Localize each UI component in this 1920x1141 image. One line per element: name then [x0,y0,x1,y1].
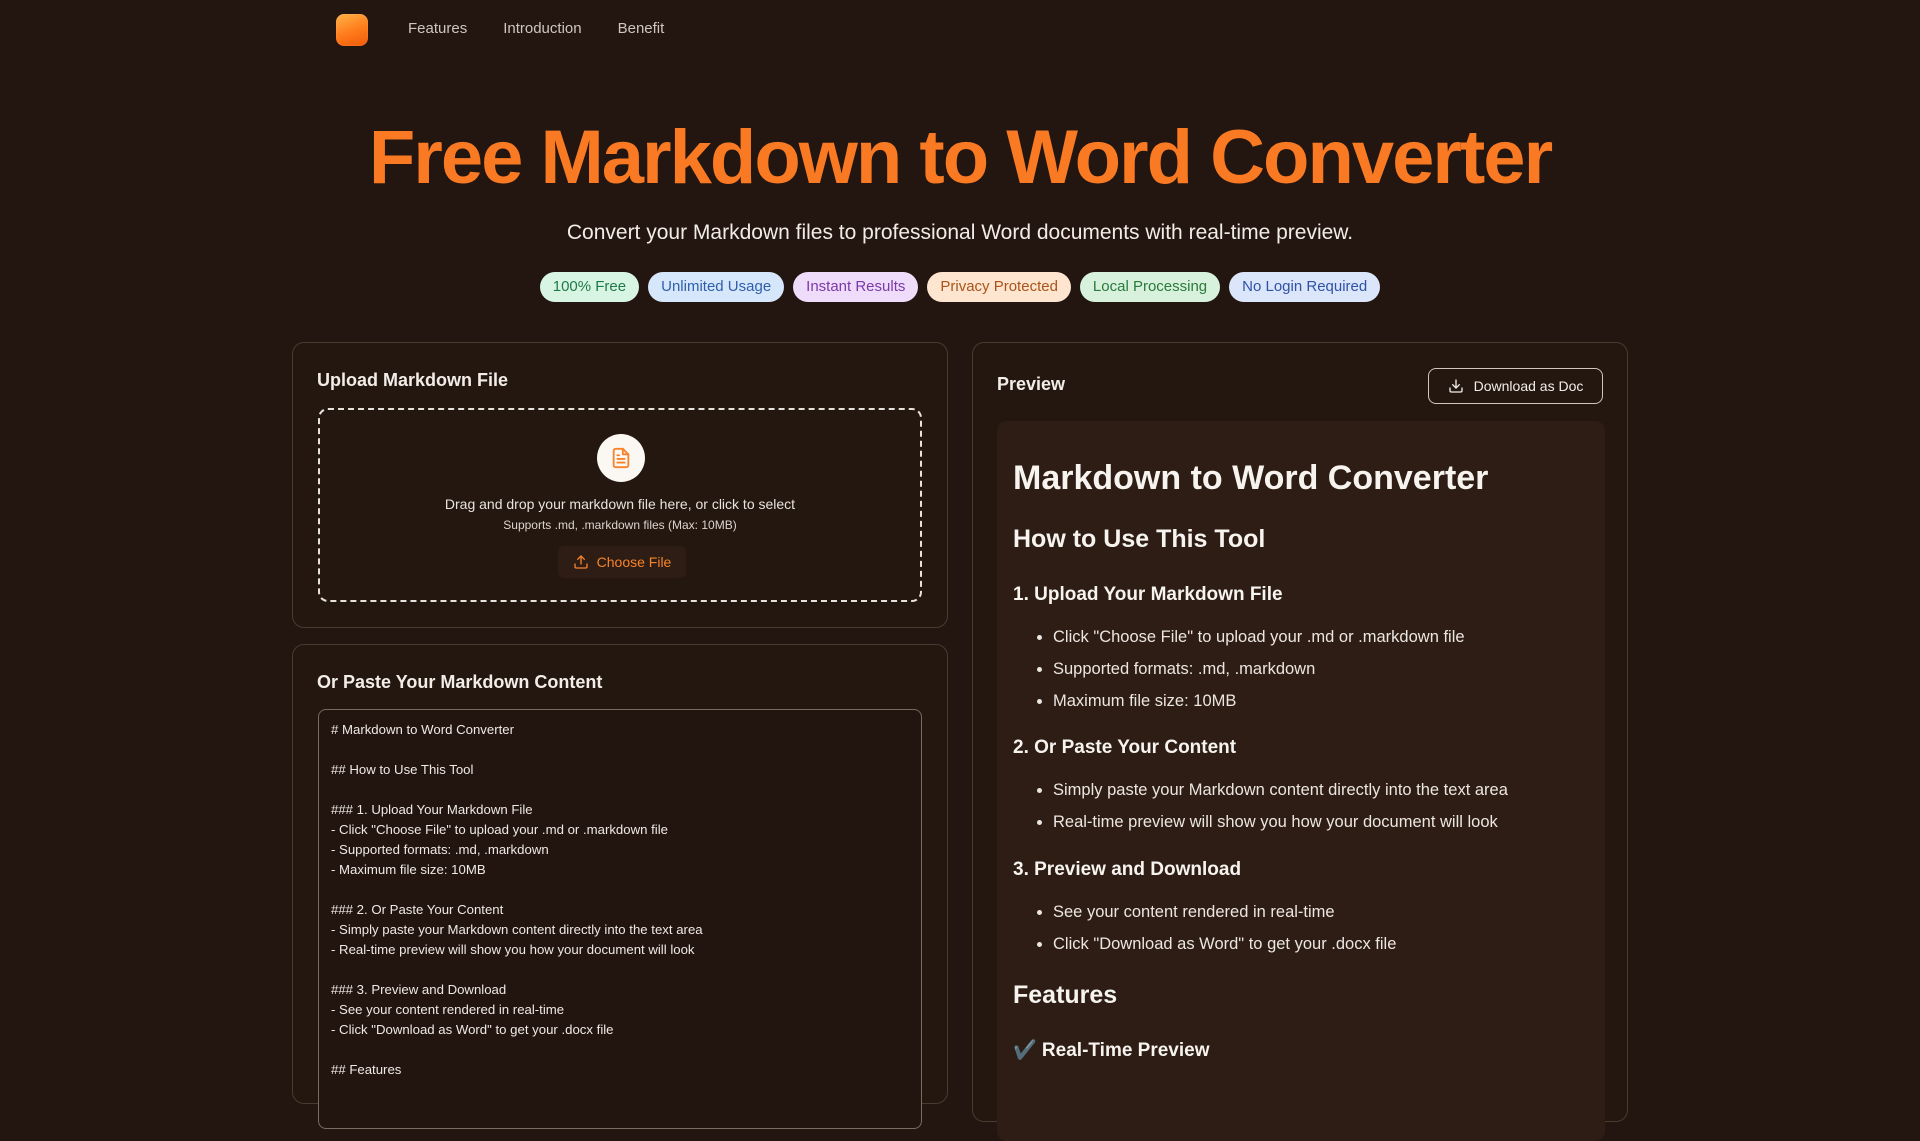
list-item: Simply paste your Markdown content direc… [1053,774,1508,806]
paste-card: Or Paste Your Markdown Content # Markdow… [292,644,948,1129]
preview-heading-how-to: How to Use This Tool [1013,525,1266,553]
page-title: Free Markdown to Word Converter [368,115,1553,200]
nav-link-introduction[interactable]: Introduction [503,20,581,37]
preview-heading-download: 3. Preview and Download [1013,859,1242,880]
choose-file-button[interactable]: Choose File [558,546,686,578]
dropzone-instructions: Drag and drop your markdown file here, o… [444,496,796,512]
choose-file-label: Choose File [596,554,672,570]
preview-list-upload: Click "Choose File" to upload your .md o… [1053,621,1465,717]
download-icon [1448,379,1463,393]
preview-heading-paste: 2. Or Paste Your Content [1013,737,1237,758]
preview-heading-features: Features [1013,981,1118,1009]
upload-card-title: Upload Markdown File [317,370,509,390]
list-item: Supported formats: .md, .markdown [1053,653,1465,685]
list-item: Real-time preview will show you how your… [1053,806,1508,838]
list-item: Click "Download as Word" to get your .do… [1053,928,1396,960]
preview-heading-realtime: ✔️ Real-Time Preview [1013,1040,1210,1061]
preview-card: Preview Download as Doc Markdown to Word… [972,342,1628,1141]
preview-heading-1: Markdown to Word Converter [1013,459,1489,497]
feature-badges: 100% Free Unlimited Usage Instant Result… [0,272,1920,302]
upload-icon [573,555,588,569]
download-doc-button[interactable]: Download as Doc [1428,368,1603,404]
preview-list-download: See your content rendered in real-time C… [1053,896,1396,960]
document-icon [597,434,645,482]
badge-no-login: No Login Required [1229,272,1381,302]
download-doc-label: Download as Doc [1473,378,1584,394]
markdown-textarea[interactable]: # Markdown to Word Converter ## How to U… [318,709,922,1129]
page-subtitle: Convert your Markdown files to professio… [566,221,1354,244]
file-dropzone[interactable]: Drag and drop your markdown file here, o… [318,408,922,602]
logo-icon[interactable] [336,14,368,46]
top-nav: Features Introduction Benefit [0,0,1920,60]
badge-instant: Instant Results [793,272,919,302]
nav-links: Features Introduction Benefit [408,20,664,37]
nav-link-benefit[interactable]: Benefit [618,20,665,37]
preview-document: Markdown to Word Converter How to Use Th… [997,421,1605,1141]
preview-list-paste: Simply paste your Markdown content direc… [1053,774,1508,838]
preview-heading-upload: 1. Upload Your Markdown File [1013,584,1283,605]
paste-card-title: Or Paste Your Markdown Content [317,672,603,692]
badge-free: 100% Free [539,272,640,302]
list-item: Maximum file size: 10MB [1053,685,1465,717]
badge-privacy: Privacy Protected [927,272,1071,302]
preview-card-title: Preview [997,374,1066,394]
list-item: Click "Choose File" to upload your .md o… [1053,621,1465,653]
nav-link-features[interactable]: Features [408,20,467,37]
badge-local: Local Processing [1079,272,1221,302]
upload-card: Upload Markdown File Drag and drop your … [292,342,948,628]
dropzone-hint: Supports .md, .markdown files (Max: 10MB… [503,518,737,532]
list-item: See your content rendered in real-time [1053,896,1396,928]
badge-unlimited: Unlimited Usage [648,272,785,302]
